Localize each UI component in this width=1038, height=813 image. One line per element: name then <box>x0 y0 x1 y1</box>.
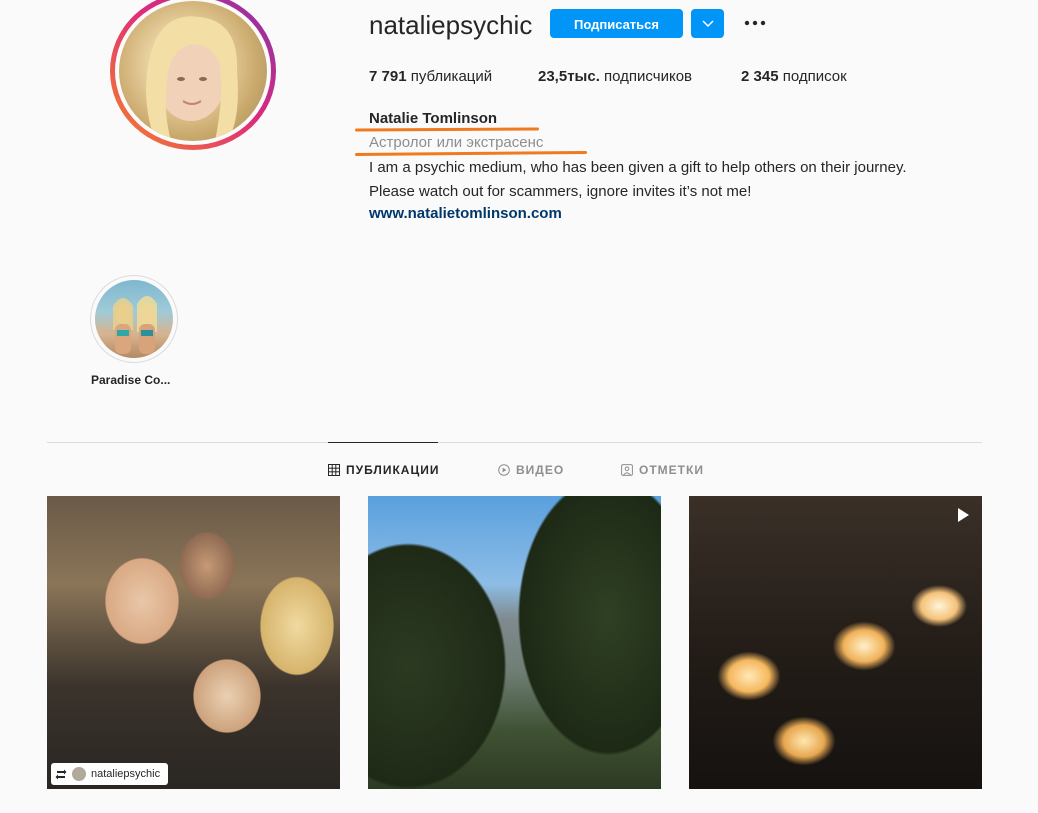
chevron-down-icon <box>702 20 714 28</box>
tab-posts[interactable]: ПУБЛИКАЦИИ <box>328 463 439 477</box>
tab-label: ПУБЛИКАЦИИ <box>346 463 440 477</box>
following-count[interactable]: 2 345 подписок <box>741 68 847 85</box>
bio-line: I am a psychic medium, who has been give… <box>369 159 907 176</box>
follow-button[interactable]: Подписаться <box>550 9 683 38</box>
followers-count-label: подписчиков <box>604 68 693 85</box>
repost-icon <box>55 769 67 779</box>
followers-count-value: 23,5тыс. <box>538 68 600 85</box>
section-divider <box>47 442 982 443</box>
tab-label: ВИДЕО <box>516 463 565 477</box>
post-thumbnail[interactable]: nataliepsychic <box>47 496 340 789</box>
bio-line: Please watch out for scammers, ignore in… <box>369 183 752 200</box>
following-count-label: подписок <box>782 68 847 85</box>
avatar <box>72 767 86 781</box>
more-dots-icon <box>744 20 766 26</box>
posts-count: 7 791 публикаций <box>369 68 492 85</box>
highlight-cover <box>95 280 173 358</box>
profile-bio: I am a psychic medium, who has been give… <box>369 156 989 204</box>
posts-count-value: 7 791 <box>369 68 407 85</box>
profile-website-link[interactable]: www.natalietomlinson.com <box>369 205 562 222</box>
grid-icon <box>328 464 340 476</box>
post-thumbnail[interactable] <box>689 496 982 789</box>
profile-category: Астролог или экстрасенс <box>369 134 544 151</box>
tagged-icon <box>621 464 633 476</box>
followers-count[interactable]: 23,5тыс. подписчиков <box>538 68 692 85</box>
repost-attribution: nataliepsychic <box>51 763 169 785</box>
repost-username: nataliepsychic <box>91 768 161 780</box>
posts-count-label: публикаций <box>410 68 493 85</box>
story-highlight[interactable] <box>90 275 178 363</box>
profile-avatar-ring[interactable] <box>110 0 276 150</box>
tab-label: ОТМЕТКИ <box>639 463 704 477</box>
more-options-button[interactable] <box>743 14 767 32</box>
active-tab-indicator <box>328 442 438 443</box>
tab-video[interactable]: ВИДЕО <box>498 463 564 477</box>
avatar <box>119 1 267 141</box>
annotation-underline <box>354 127 540 132</box>
following-count-value: 2 345 <box>741 68 779 85</box>
profile-full-name: Natalie Tomlinson <box>369 110 498 127</box>
tab-tagged[interactable]: ОТМЕТКИ <box>621 463 704 477</box>
video-icon <box>498 464 510 476</box>
post-thumbnail[interactable] <box>368 496 661 789</box>
profile-username: nataliepsychic <box>369 10 533 40</box>
suggested-accounts-dropdown-button[interactable] <box>691 9 724 38</box>
highlight-label: Paradise Co... <box>91 373 171 387</box>
video-icon <box>958 508 969 522</box>
